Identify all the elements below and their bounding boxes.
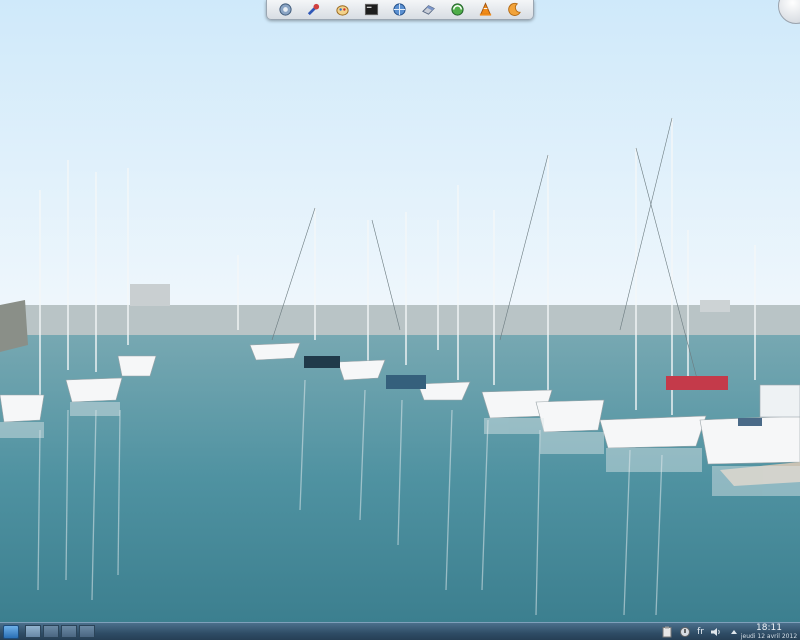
volume-icon[interactable] (710, 626, 722, 638)
notification-icon[interactable] (679, 626, 691, 638)
launcher-dock (266, 0, 534, 20)
clipboard-icon[interactable] (661, 626, 673, 638)
desktop-pager (25, 625, 95, 638)
desktop-2[interactable] (43, 625, 59, 638)
bottom-panel: fr 18:11 jeudi 12 avril 2012 (0, 622, 800, 640)
panel-clock[interactable]: 18:11 jeudi 12 avril 2012 (740, 623, 798, 641)
desktop-1[interactable] (25, 625, 41, 638)
keyboard-layout-indicator[interactable]: fr (697, 627, 704, 637)
eraser-icon[interactable] (421, 2, 437, 18)
vlc-cone-icon[interactable] (478, 2, 494, 18)
desktop-4[interactable] (79, 625, 95, 638)
tray-expand-arrow-icon[interactable] (728, 626, 740, 638)
clock-time: 18:11 (756, 623, 782, 633)
system-tray: fr (661, 624, 740, 640)
system-settings-icon[interactable] (277, 2, 293, 18)
network-icon[interactable] (392, 2, 408, 18)
terminal-icon[interactable] (363, 2, 379, 18)
clock-date: jeudi 12 avril 2012 (740, 633, 798, 640)
moon-icon[interactable] (507, 2, 523, 18)
desktop-3[interactable] (61, 625, 77, 638)
tools-icon[interactable] (306, 2, 322, 18)
browser-icon[interactable] (449, 2, 465, 18)
paint-icon[interactable] (335, 2, 351, 18)
desktop-wallpaper (0, 0, 800, 622)
application-menu-button[interactable] (3, 624, 19, 639)
